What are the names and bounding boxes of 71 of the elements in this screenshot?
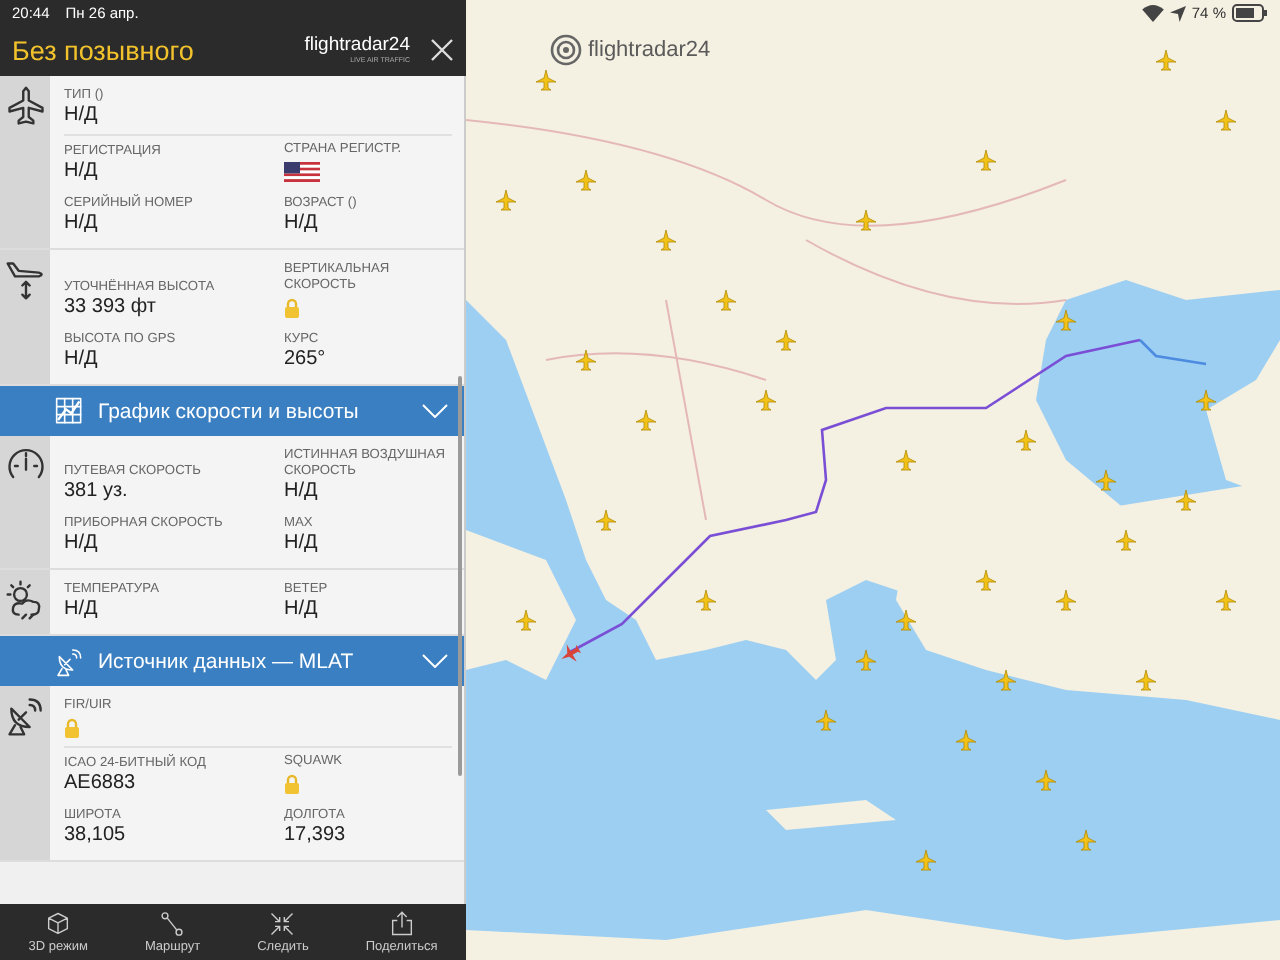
field-value: Н/Д [64,348,98,372]
plane-icon[interactable] [495,189,517,211]
chart-icon [54,395,86,427]
lock-icon [284,774,300,794]
cube-icon [44,910,73,938]
logo-text: flightradar24 [304,36,410,56]
share-icon [387,910,416,938]
plane-icon[interactable] [775,329,797,351]
plane-icon[interactable] [635,409,657,431]
satellite-dish-icon [3,694,47,738]
plane-icon[interactable] [1215,589,1237,611]
field-value: Н/Д [284,480,318,504]
plane-icon[interactable] [575,169,597,191]
section-header[interactable]: График скорости и высоты [0,386,464,436]
plane-icon[interactable] [1175,489,1197,511]
field-value: Н/Д [64,104,98,128]
plane-altitude-icon [3,258,47,302]
plane-icon[interactable] [975,569,997,591]
wifi-icon [1141,4,1164,22]
plane-icon[interactable] [535,69,557,91]
field-value: 33 393 фт [64,296,156,320]
plane-icon[interactable] [975,149,997,171]
location-icon [1169,5,1186,21]
chevron-down-icon [422,654,448,668]
plane-icon[interactable] [755,389,777,411]
field-value: Н/Д [64,532,98,556]
field-value: Н/Д [64,598,98,622]
close-icon[interactable] [430,38,454,62]
field-value: 381 уз. [64,480,128,504]
lock-icon [64,718,80,738]
plane-icon[interactable] [561,644,582,662]
plane-icon[interactable] [1095,469,1117,491]
plane-icon[interactable] [1055,309,1077,331]
arrows-inward-icon [268,910,297,938]
field-value: 265° [284,348,326,372]
flight-title: Без позывного [12,35,196,65]
lock-icon [284,298,300,318]
plane-icon[interactable] [715,289,737,311]
radar-icon [550,34,582,66]
field-value: Н/Д [284,598,318,622]
plane-icon[interactable] [895,449,917,471]
plane-icon[interactable] [1015,429,1037,451]
plane-icon[interactable] [595,509,617,531]
field-value: 17,393 [284,824,346,848]
plane-icon[interactable] [655,229,677,251]
map-logo-text: flightradar24 [588,38,711,62]
plane-icon[interactable] [895,609,917,631]
flag-icon [284,162,320,182]
field-value: Н/Д [284,212,318,236]
plane-icon[interactable] [855,209,877,231]
plane-icon[interactable] [995,669,1017,691]
battery-icon [1232,4,1268,22]
plane-icon[interactable] [695,589,717,611]
field-value: Н/Д [284,532,318,556]
plane-icon [3,84,47,128]
satellite-dish-icon [54,645,86,677]
field-value: Н/Д [64,160,98,184]
plane-icon[interactable] [1195,389,1217,411]
plane-icon[interactable] [1215,109,1237,131]
plane-icon[interactable] [1135,669,1157,691]
plane-icon[interactable] [515,609,537,631]
section-header[interactable]: Источник данных — MLAT [0,636,464,686]
field-value: 38,105 [64,824,126,848]
plane-icon[interactable] [1115,529,1137,551]
plane-icon[interactable] [1055,589,1077,611]
field-value: AE6883 [64,772,136,796]
route-icon [158,910,187,938]
chevron-down-icon [422,404,448,418]
plane-icon[interactable] [575,349,597,371]
plane-icon[interactable] [1155,49,1177,71]
field-value: Н/Д [64,212,98,236]
